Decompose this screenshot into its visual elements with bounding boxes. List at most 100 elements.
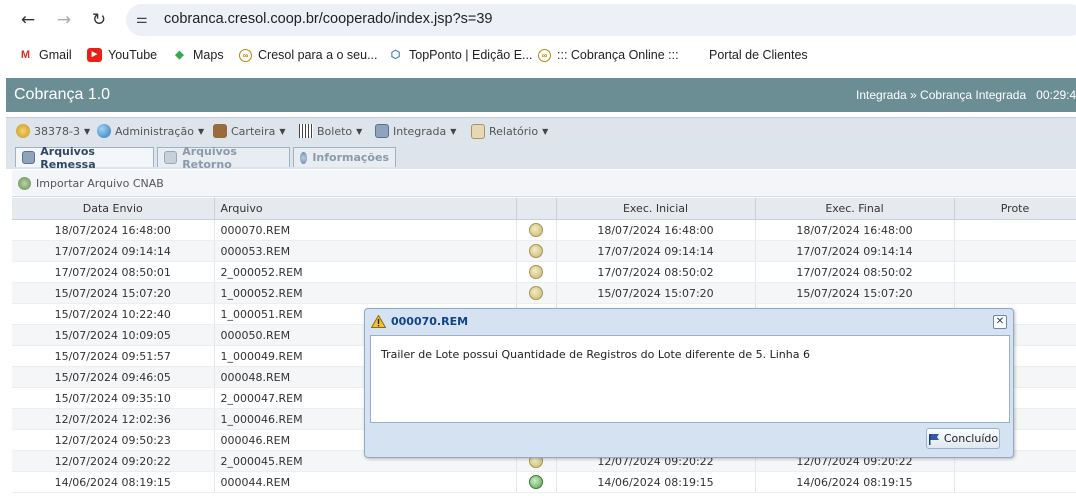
integrated-icon — [375, 124, 389, 138]
status-warning-icon[interactable] — [529, 223, 543, 237]
cell-exec-final: 14/06/2024 08:19:15 — [755, 471, 955, 493]
grid-header: Data Envio Arquivo Exec. Inicial Exec. F… — [12, 198, 1076, 220]
menu-label: Boleto — [317, 124, 353, 138]
bookmark-label: YouTube — [108, 48, 158, 62]
app-header: Cobrança 1.0 Integrada » Cobrança Integr… — [6, 78, 1076, 112]
tab-arquivos-retorno[interactable]: Arquivos Retorno — [157, 145, 290, 171]
menu-carteira[interactable]: Carteira ▼ — [213, 124, 286, 138]
col-exec-final[interactable]: Exec. Final — [755, 198, 955, 220]
menu-integrada[interactable]: Integrada ▼ — [375, 124, 456, 138]
tab-arquivos-remessa[interactable]: Arquivos Remessa — [15, 145, 154, 171]
dialog-title-text: 000070.REM — [391, 315, 469, 328]
concluido-label: Concluído — [943, 432, 999, 445]
cell-data-envio: 15/07/2024 10:22:40 — [12, 303, 215, 325]
status-warning-icon[interactable] — [529, 265, 543, 279]
chevron-down-icon: ▼ — [542, 127, 549, 136]
report-icon — [471, 124, 485, 139]
import-cnab-button[interactable]: Importar Arquivo CNAB — [18, 177, 164, 190]
tab-informacoes[interactable]: Informações — [293, 147, 396, 167]
bookmark-cobranca[interactable]: ∞ ::: Cobrança Online ::: — [538, 48, 679, 62]
bookmark-portal[interactable]: Portal de Clientes — [709, 48, 808, 62]
address-bar[interactable]: ⚌ cobranca.cresol.coop.br/cooperado/inde… — [126, 4, 1076, 36]
warning-icon — [371, 315, 386, 328]
cell-protesto — [954, 219, 1076, 241]
back-icon[interactable]: ← — [17, 9, 39, 31]
cresol-icon: ∞ — [239, 48, 252, 62]
menu-relatorio[interactable]: Relatório ▼ — [471, 124, 548, 139]
browser-toolbar: ← → ↻ ⚌ cobranca.cresol.coop.br/cooperad… — [0, 0, 1076, 40]
cell-status — [516, 282, 557, 304]
menu-label: 38378-3 — [34, 124, 80, 138]
info-icon — [300, 151, 308, 164]
session-clock: 00:29:4 — [1036, 88, 1076, 102]
bookmark-cresol[interactable]: ∞ Cresol para a o seu... — [239, 48, 378, 62]
table-row[interactable]: 17/07/2024 09:14:14 000053.REM 17/07/2024 … — [12, 240, 1076, 262]
cell-status — [516, 240, 557, 262]
cell-data-envio: 15/07/2024 15:07:20 — [12, 282, 215, 304]
youtube-icon: ▶ — [87, 48, 102, 62]
menu-administracao[interactable]: Administração ▼ — [97, 124, 204, 138]
file-send-icon — [22, 151, 36, 164]
table-row[interactable]: 14/06/2024 08:19:15 000044.REM 14/06/2024 … — [12, 471, 1076, 493]
menu-boleto[interactable]: Boleto ▼ — [299, 124, 362, 138]
cell-data-envio: 14/06/2024 08:19:15 — [12, 471, 215, 493]
cell-protesto — [954, 261, 1076, 283]
cell-data-envio: 15/07/2024 09:46:05 — [12, 366, 215, 388]
cell-data-envio: 18/07/2024 16:48:00 — [12, 219, 215, 241]
dialog-body: Trailer de Lote possui Quantidade de Reg… — [370, 335, 1010, 423]
bookmark-maps[interactable]: ◆ Maps — [172, 48, 224, 62]
status-ok-icon[interactable] — [529, 475, 543, 489]
bookmark-youtube[interactable]: ▶ YouTube — [87, 48, 157, 62]
cell-exec-final: 15/07/2024 15:07:20 — [755, 282, 955, 304]
status-warning-icon[interactable] — [529, 244, 543, 258]
status-warning-icon[interactable] — [529, 286, 543, 300]
table-row[interactable]: 17/07/2024 08:50:01 2_000052.REM 17/07/202… — [12, 261, 1076, 283]
cell-status — [516, 261, 557, 283]
cell-protesto — [954, 282, 1076, 304]
cell-data-envio: 12/07/2024 12:02:36 — [12, 408, 215, 430]
col-status[interactable] — [516, 198, 557, 220]
forward-icon[interactable]: → — [53, 9, 75, 31]
topponto-icon: ⬡ — [390, 49, 401, 61]
cell-protesto — [954, 471, 1076, 493]
cell-exec-inicial: 17/07/2024 08:50:02 — [556, 261, 756, 283]
error-dialog: 000070.REM ✕ Trailer de Lote possui Quan… — [364, 308, 1014, 458]
cell-data-envio: 15/07/2024 10:09:05 — [12, 324, 215, 346]
bookmark-topponto[interactable]: ⬡ TopPonto | Edição E... — [388, 48, 533, 62]
col-data-envio[interactable]: Data Envio — [12, 198, 215, 220]
bookmark-label: TopPonto | Edição E... — [409, 48, 533, 62]
tab-label: Informações — [312, 151, 389, 164]
cell-data-envio: 12/07/2024 09:50:23 — [12, 429, 215, 451]
chevron-down-icon: ▼ — [279, 126, 286, 136]
cell-exec-final: 18/07/2024 16:48:00 — [755, 219, 955, 241]
cell-arquivo: 000044.REM — [214, 471, 517, 493]
bookmark-label: Maps — [193, 48, 224, 62]
chevron-down-icon: ▼ — [197, 126, 205, 136]
maps-icon: ◆ — [175, 49, 184, 61]
breadcrumb-text: Integrada » Cobrança Integrada — [856, 88, 1027, 102]
cell-exec-inicial: 17/07/2024 09:14:14 — [556, 240, 756, 262]
reload-icon[interactable]: ↻ — [88, 9, 110, 31]
col-protesto[interactable]: Prote — [954, 198, 1076, 220]
site-settings-icon[interactable]: ⚌ — [136, 12, 148, 27]
cell-arquivo: 000053.REM — [214, 240, 517, 262]
bookmark-label: Gmail — [39, 48, 72, 62]
table-row[interactable]: 18/07/2024 16:48:00 000070.REM 18/07/2024 … — [12, 219, 1076, 241]
cell-data-envio: 15/07/2024 09:35:10 — [12, 387, 215, 409]
close-icon[interactable]: ✕ — [993, 315, 1007, 329]
menu-label: Relatório — [489, 125, 539, 138]
gmail-icon: M — [20, 49, 31, 61]
import-icon — [18, 177, 31, 190]
bookmark-label: ::: Cobrança Online ::: — [557, 48, 679, 62]
bookmark-label: Cresol para a o seu... — [258, 48, 378, 62]
bookmark-gmail[interactable]: M Gmail — [18, 48, 72, 62]
url-text[interactable]: cobranca.cresol.coop.br/cooperado/index.… — [164, 11, 492, 27]
concluido-button[interactable]: Concluído — [926, 428, 1000, 449]
col-exec-inicial[interactable]: Exec. Inicial — [556, 198, 756, 220]
cell-exec-inicial: 15/07/2024 15:07:20 — [556, 282, 756, 304]
table-row[interactable]: 15/07/2024 15:07:20 1_000052.REM 15/07/202… — [12, 282, 1076, 304]
menu-account[interactable]: 38378-3 ▼ — [16, 124, 90, 138]
col-arquivo[interactable]: Arquivo — [214, 198, 517, 220]
barcode-icon — [299, 124, 313, 138]
app-title: Cobrança 1.0 — [14, 86, 111, 103]
